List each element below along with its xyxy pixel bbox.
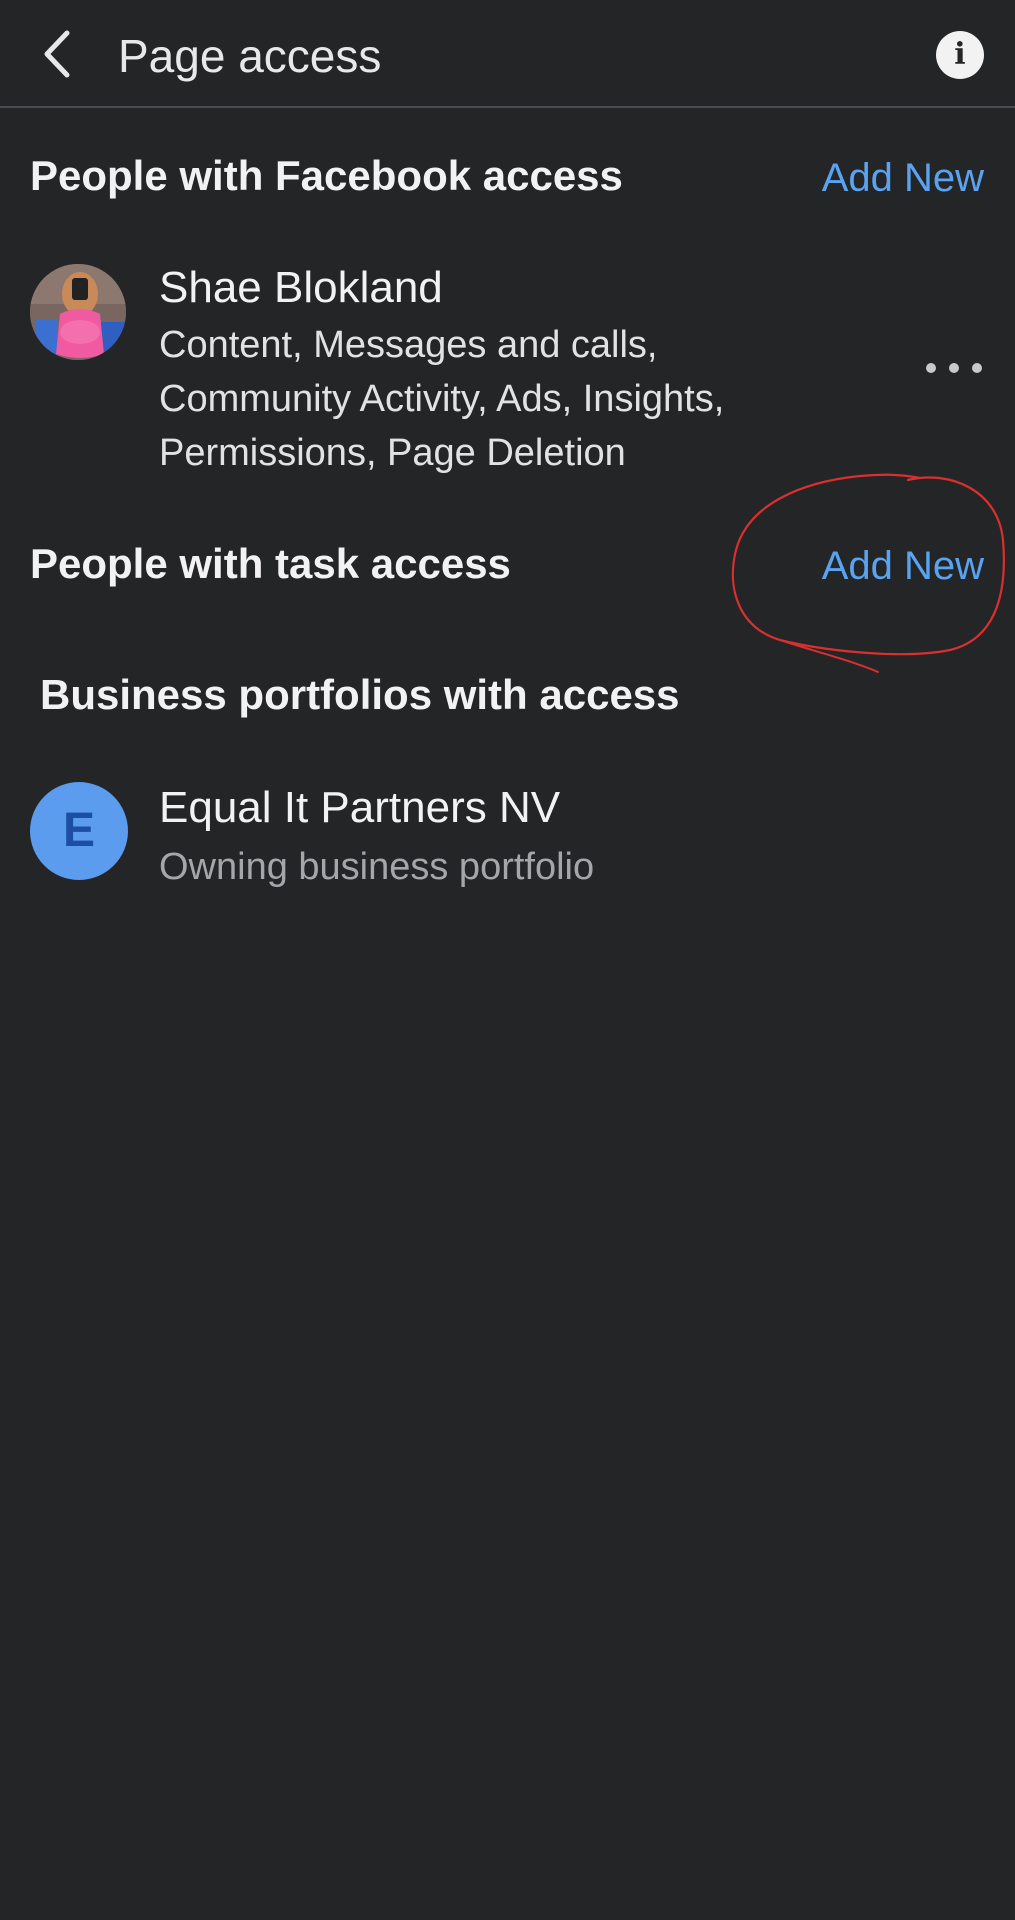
- profile-photo: [30, 264, 126, 360]
- business-subtitle: Owning business portfolio: [159, 846, 595, 888]
- add-new-task-access-button[interactable]: Add New: [822, 538, 984, 594]
- business-avatar[interactable]: E: [30, 782, 128, 880]
- chevron-left-icon: [44, 30, 70, 78]
- info-icon: i: [954, 37, 966, 72]
- business-initial: E: [62, 804, 95, 857]
- back-button[interactable]: [28, 22, 88, 86]
- person-name: Shae Blokland: [159, 263, 443, 312]
- add-new-facebook-access-button[interactable]: Add New: [822, 150, 984, 206]
- avatar[interactable]: [30, 264, 126, 360]
- more-options-button[interactable]: [926, 352, 982, 384]
- header-bar: Page access i: [0, 0, 1015, 108]
- business-portfolios-heading: Business portfolios with access: [40, 671, 680, 718]
- business-name: Equal It Partners NV: [159, 783, 561, 832]
- more-horizontal-icon: [926, 363, 936, 373]
- person-permissions: Content, Messages and calls, Community A…: [159, 324, 725, 474]
- page-access-screen: Page access i People with Facebook acces…: [0, 0, 1015, 1920]
- info-button[interactable]: i: [936, 31, 984, 79]
- page-title: Page access: [118, 30, 382, 82]
- task-access-heading: People with task access: [30, 540, 511, 587]
- facebook-access-heading: People with Facebook access: [30, 152, 623, 199]
- red-circle-annotation: [731, 473, 1005, 673]
